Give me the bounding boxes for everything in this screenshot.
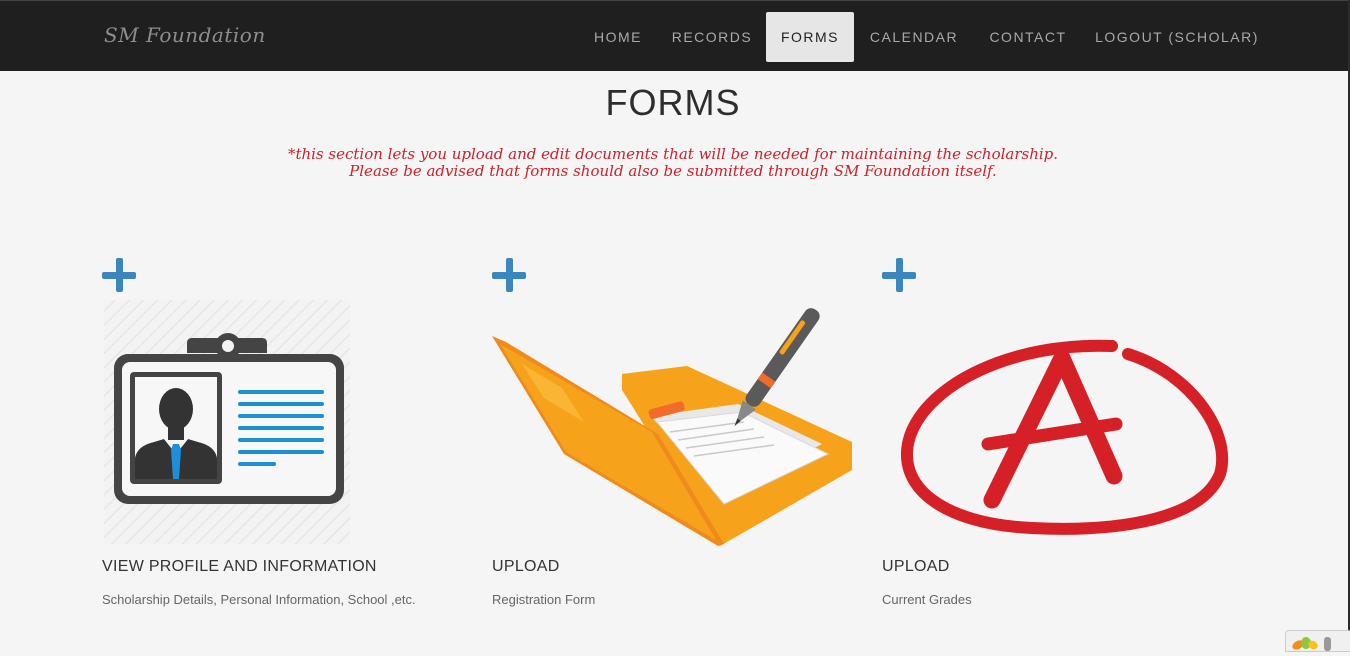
card-subtitle: Scholarship Details, Personal Informatio…: [102, 592, 416, 607]
nav-records[interactable]: RECORDS: [661, 12, 763, 62]
nav-home[interactable]: HOME: [581, 12, 655, 62]
card-title[interactable]: VIEW PROFILE AND INFORMATION: [102, 558, 377, 576]
brand-logo[interactable]: SM Foundation: [104, 23, 266, 47]
plus-icon[interactable]: [882, 258, 916, 292]
plus-icon[interactable]: [102, 258, 136, 292]
page-title: FORMS: [605, 82, 741, 123]
plus-icon[interactable]: [492, 258, 526, 292]
grade-a-icon[interactable]: [882, 324, 1232, 544]
leaf-icon: [1292, 637, 1331, 651]
nav-logout[interactable]: LOGOUT (SCHOLAR): [1086, 12, 1268, 62]
notice-text: *this section lets you upload and edit d…: [0, 146, 1346, 180]
card-subtitle: Current Grades: [882, 592, 972, 607]
notice-line-1: *this section lets you upload and edit d…: [287, 145, 1059, 163]
card-grades: UPLOAD Current Grades: [882, 258, 1242, 618]
card-registration: UPLOAD Registration Form: [492, 258, 852, 618]
id-card-icon[interactable]: [102, 298, 352, 548]
nav-calendar[interactable]: CALENDAR: [857, 12, 971, 62]
nav-forms[interactable]: FORMS: [766, 12, 854, 62]
navbar: SM Foundation HOME RECORDS FORMS CALENDA…: [0, 0, 1350, 71]
card-subtitle: Registration Form: [492, 592, 596, 607]
folder-pen-icon[interactable]: [492, 294, 854, 546]
browser-extension-widget[interactable]: [1285, 630, 1350, 652]
card-title[interactable]: UPLOAD: [492, 558, 560, 576]
notice-line-2: Please be advised that forms should also…: [349, 162, 997, 180]
card-profile: VIEW PROFILE AND INFORMATION Scholarship…: [102, 258, 462, 618]
nav-contact[interactable]: CONTACT: [976, 12, 1080, 62]
card-title[interactable]: UPLOAD: [882, 558, 950, 576]
